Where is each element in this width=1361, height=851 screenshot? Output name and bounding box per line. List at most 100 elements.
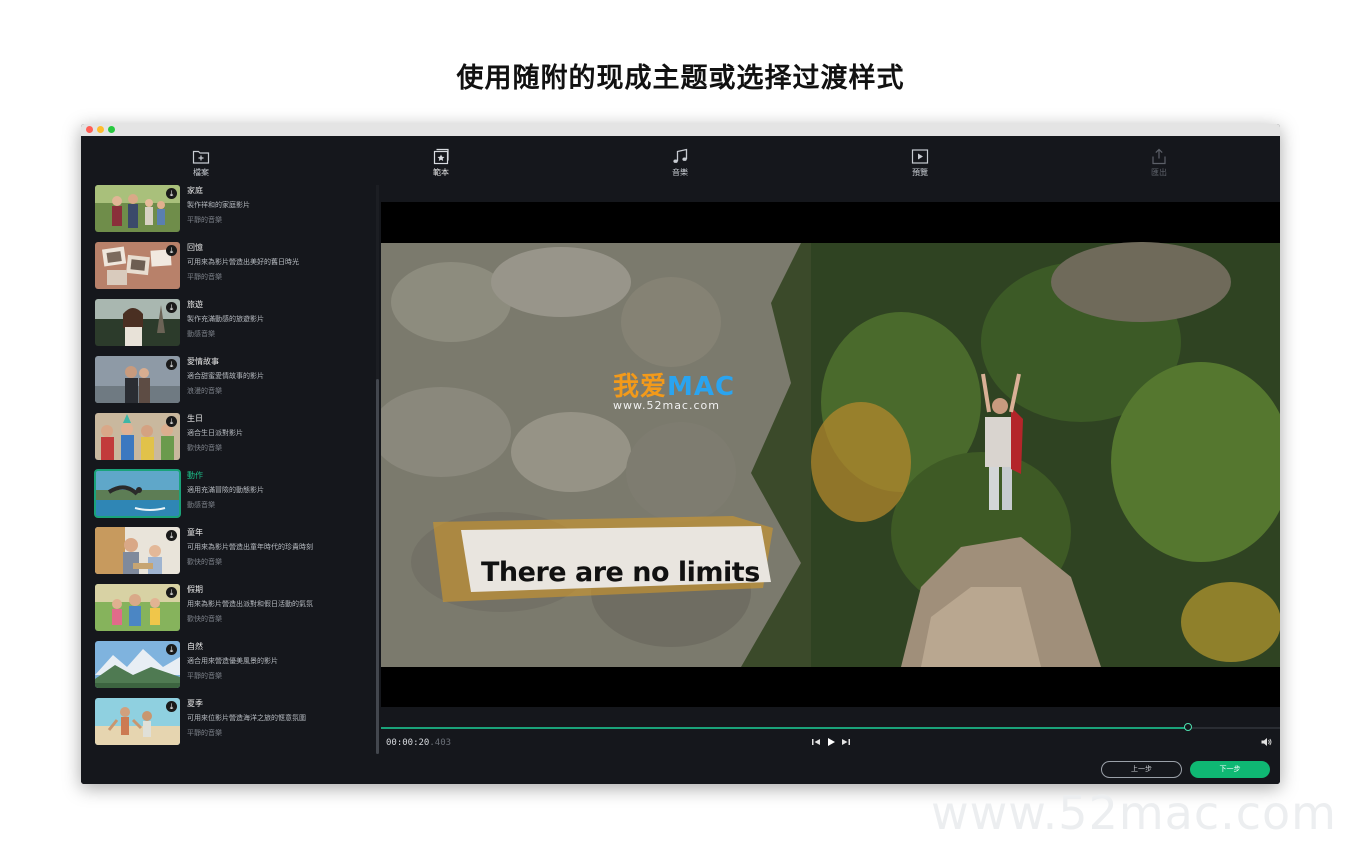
template-name: 假期 <box>187 585 203 594</box>
video-scene <box>381 202 1280 707</box>
template-thumbnail: ⤓ <box>95 299 180 346</box>
template-music: 動感音樂 <box>187 501 215 509</box>
video-caption: There are no limits <box>481 557 760 588</box>
template-description: 適合用來營造優美風景的影片 <box>187 657 278 665</box>
tab-preview[interactable]: 預覽 <box>800 136 1040 185</box>
download-icon[interactable]: ⤓ <box>166 644 177 655</box>
timecode: 00:00:20.403 <box>386 738 451 748</box>
preview-player: 我爱MAC www.52mac.com There are no limits <box>381 185 1280 754</box>
template-item-love-story[interactable]: ⤓ 愛情故事 適合甜蜜愛情故事的影片 浪漫的音樂 <box>95 356 375 406</box>
template-name: 動作 <box>187 471 203 480</box>
video-watermark-logo: 我爱MAC www.52mac.com <box>613 366 735 412</box>
template-music: 歡快的音樂 <box>187 615 222 623</box>
template-thumbnail: ⤓ <box>95 698 180 745</box>
title-bar <box>81 124 1280 136</box>
template-thumbnail: ⤓ <box>95 641 180 688</box>
tab-export[interactable]: 匯出 <box>1039 136 1279 185</box>
template-music: 動感音樂 <box>187 330 215 338</box>
close-window-button[interactable] <box>86 126 93 133</box>
tab-music-label: 音樂 <box>672 168 688 177</box>
folder-add-icon <box>192 150 210 164</box>
template-item-childhood[interactable]: ⤓ 童年 可用來為影片營造出童年時代的珍貴時刻 歡快的音樂 <box>95 527 375 577</box>
template-description: 可用來為影片營造出美好的舊日時光 <box>187 258 299 266</box>
template-item-birthday[interactable]: ⤓ 生日 適合生日派對影片 歡快的音樂 <box>95 413 375 463</box>
template-item-holiday[interactable]: ⤓ 假期 用來為影片營造出派對和假日活動的氣氛 歡快的音樂 <box>95 584 375 634</box>
template-music: 歡快的音樂 <box>187 558 222 566</box>
play-preview-icon <box>911 149 929 164</box>
template-music: 歡快的音樂 <box>187 444 222 452</box>
sidebar-scrollbar-thumb[interactable] <box>376 379 379 754</box>
download-icon[interactable]: ⤓ <box>166 359 177 370</box>
download-icon[interactable]: ⤓ <box>166 245 177 256</box>
template-thumbnail: ⤓ <box>95 527 180 574</box>
timecode-main: 00:00:20 <box>386 738 430 748</box>
template-description: 適合甜蜜愛情故事的影片 <box>187 372 264 380</box>
template-list: ⤓ 家庭 製作祥和的家庭影片 平靜的音樂 ⤓ 回憶 可用來為影片營造出美好的舊日… <box>81 185 381 754</box>
video-frame[interactable]: 我爱MAC www.52mac.com There are no limits <box>381 202 1280 707</box>
timecode-ms: .403 <box>429 738 452 748</box>
next-step-button[interactable]: 下一步 <box>1190 761 1270 778</box>
top-nav: 檔案 範本 音樂 預覽 匯出 <box>81 136 1280 196</box>
page-headline: 使用随附的现成主题或选择过渡样式 <box>456 63 905 94</box>
template-description: 可用來位影片營造海洋之旅的愜意氛圍 <box>187 714 306 722</box>
video-watermark-text-b: MAC <box>667 372 736 402</box>
template-item-action[interactable]: 動作 適用充滿冒險的動態影片 動感音樂 <box>94 469 375 520</box>
template-description: 適合生日派對影片 <box>187 429 243 437</box>
template-music: 平靜的音樂 <box>187 672 222 680</box>
template-music: 平靜的音樂 <box>187 216 222 224</box>
template-thumbnail: ⤓ <box>95 584 180 631</box>
tab-preview-label: 預覽 <box>912 168 928 177</box>
export-icon <box>1152 148 1166 165</box>
next-frame-icon[interactable] <box>840 736 852 748</box>
download-icon[interactable]: ⤓ <box>166 302 177 313</box>
download-icon[interactable]: ⤓ <box>166 188 177 199</box>
template-name: 愛情故事 <box>187 357 219 366</box>
template-description: 適用充滿冒險的動態影片 <box>187 486 264 494</box>
minimize-window-button[interactable] <box>97 126 104 133</box>
download-icon[interactable]: ⤓ <box>166 416 177 427</box>
video-watermark-text-a: 我爱 <box>613 372 668 402</box>
template-item-travel[interactable]: ⤓ 旅遊 製作充滿動感的旅遊影片 動感音樂 <box>95 299 375 349</box>
template-name: 夏季 <box>187 699 203 708</box>
template-name: 自然 <box>187 642 203 651</box>
video-watermark-url: www.52mac.com <box>613 399 720 412</box>
template-item-memories[interactable]: ⤓ 回憶 可用來為影片營造出美好的舊日時光 平靜的音樂 <box>95 242 375 292</box>
page-watermark: www.52mac.com <box>931 786 1337 840</box>
template-description: 製作充滿動感的旅遊影片 <box>187 315 264 323</box>
tab-templates[interactable]: 範本 <box>321 136 561 185</box>
template-item-summer[interactable]: ⤓ 夏季 可用來位影片營造海洋之旅的愜意氛圍 平靜的音樂 <box>95 698 375 748</box>
previous-frame-icon[interactable] <box>810 736 822 748</box>
template-thumbnail: ⤓ <box>95 356 180 403</box>
template-name: 回憶 <box>187 243 203 252</box>
download-icon[interactable]: ⤓ <box>166 587 177 598</box>
zoom-window-button[interactable] <box>108 126 115 133</box>
template-description: 製作祥和的家庭影片 <box>187 201 250 209</box>
progress-fill <box>381 727 1189 729</box>
template-music: 平靜的音樂 <box>187 273 222 281</box>
template-thumbnail: ⤓ <box>95 242 180 289</box>
tab-music[interactable]: 音樂 <box>560 136 800 185</box>
template-music: 浪漫的音樂 <box>187 387 222 395</box>
template-music: 平靜的音樂 <box>187 729 222 737</box>
template-name: 旅遊 <box>187 300 203 309</box>
tab-templates-label: 範本 <box>433 168 449 177</box>
tab-export-label: 匯出 <box>1151 168 1167 177</box>
template-thumbnail-selected <box>94 469 181 518</box>
tab-files[interactable]: 檔案 <box>81 136 321 185</box>
template-name: 家庭 <box>187 186 203 195</box>
template-name: 童年 <box>187 528 203 537</box>
music-note-icon <box>673 148 688 163</box>
template-item-nature[interactable]: ⤓ 自然 適合用來營造優美風景的影片 平靜的音樂 <box>95 641 375 691</box>
previous-step-button[interactable]: 上一步 <box>1101 761 1182 778</box>
volume-icon[interactable] <box>1260 736 1272 748</box>
template-icon <box>433 148 449 165</box>
tab-files-label: 檔案 <box>193 168 209 177</box>
download-icon[interactable]: ⤓ <box>166 701 177 712</box>
template-thumbnail: ⤓ <box>95 413 180 460</box>
play-icon[interactable] <box>825 736 837 748</box>
download-icon[interactable]: ⤓ <box>166 530 177 541</box>
template-item-family[interactable]: ⤓ 家庭 製作祥和的家庭影片 平靜的音樂 <box>95 185 375 235</box>
app-window: 檔案 範本 音樂 預覽 匯出 ⤓ 家庭 製作祥和的家庭影片 平靜的音樂 ⤓ 回憶… <box>81 124 1280 784</box>
template-name: 生日 <box>187 414 203 423</box>
template-description: 用來為影片營造出派對和假日活動的氣氛 <box>187 600 313 608</box>
